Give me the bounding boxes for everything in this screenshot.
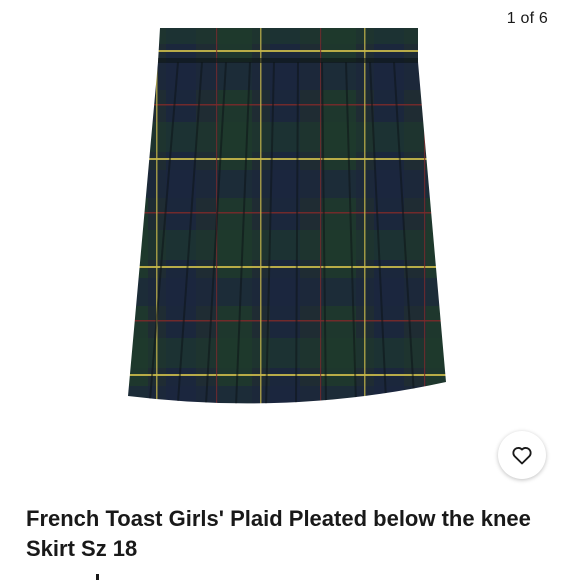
heart-icon — [512, 447, 532, 465]
listing-title: French Toast Girls' Plaid Pleated below … — [26, 506, 531, 561]
product-image — [128, 28, 446, 404]
truncated-content-mark — [96, 574, 99, 580]
product-image-gallery[interactable]: 1 of 6 — [0, 0, 580, 492]
image-counter: 1 of 6 — [506, 10, 548, 27]
favorite-button[interactable] — [498, 431, 546, 479]
